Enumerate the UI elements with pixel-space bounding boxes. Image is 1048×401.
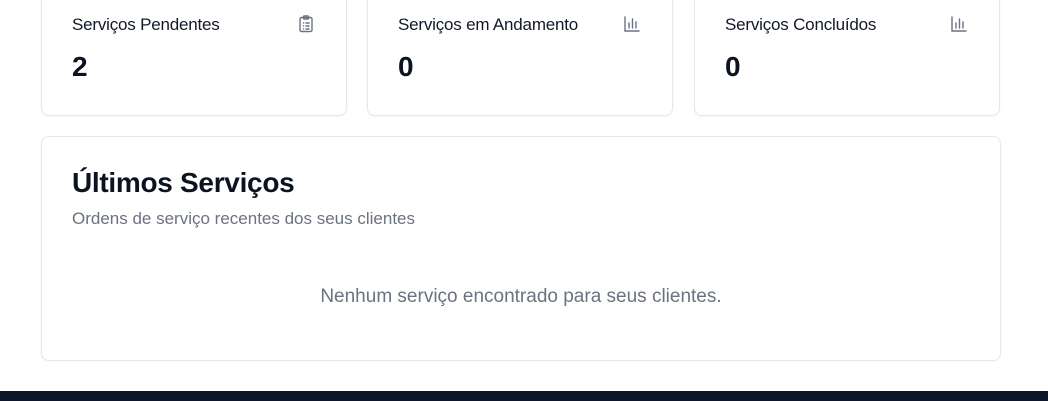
stat-value: 2	[72, 51, 88, 82]
recent-services-title: Últimos Serviços	[72, 167, 295, 198]
dashboard-page: Serviços Pendentes 2 Serviços em Andamen…	[0, 0, 1048, 401]
recent-services-subtitle: Ordens de serviço recentes dos seus clie…	[72, 209, 416, 228]
empty-state-message: Nenhum serviço encontrado para seus clie…	[320, 286, 722, 307]
stat-card-in-progress: Serviços em Andamento 0	[367, 0, 673, 116]
recent-services-card: Últimos Serviços Ordens de serviço recen…	[41, 136, 1001, 361]
stat-title: Serviços Pendentes	[72, 15, 220, 34]
footer-bar	[0, 391, 1048, 401]
bar-chart-icon	[622, 14, 642, 34]
stat-value: 0	[398, 51, 414, 82]
stats-row: Serviços Pendentes 2 Serviços em Andamen…	[41, 0, 1001, 116]
bar-chart-icon	[949, 14, 969, 34]
stat-card-completed: Serviços Concluídos 0	[694, 0, 1000, 116]
stat-card-pending: Serviços Pendentes 2	[41, 0, 347, 116]
stat-title: Serviços em Andamento	[398, 15, 579, 34]
clipboard-list-icon	[296, 14, 316, 34]
stat-value: 0	[725, 51, 741, 82]
stat-title: Serviços Concluídos	[725, 15, 877, 34]
